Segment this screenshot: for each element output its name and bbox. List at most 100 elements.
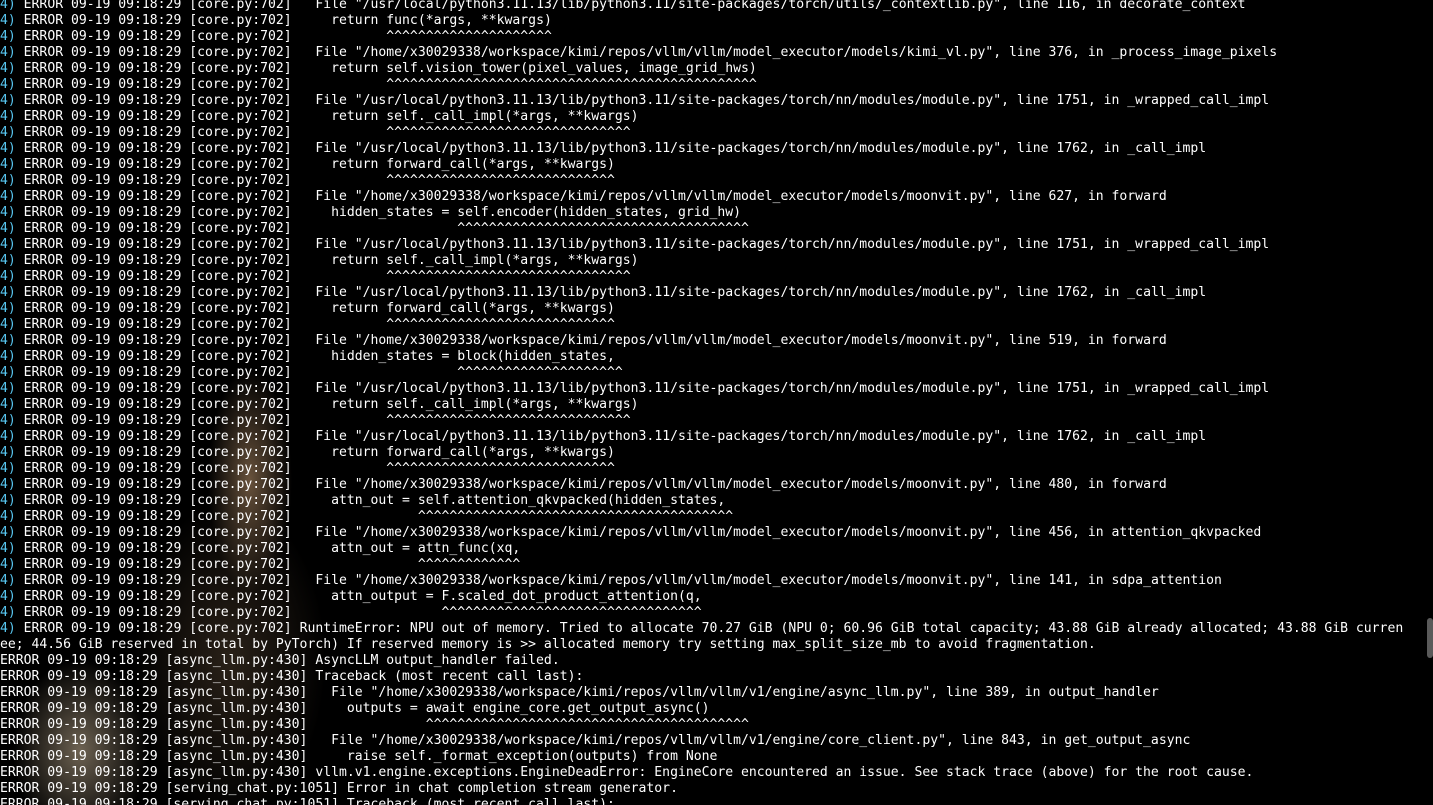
terminal-output[interactable]: 4) ERROR 09-19 09:18:29 [core.py:702] Fi…	[0, 0, 1433, 805]
line-prefix: 4)	[0, 397, 16, 412]
terminal-line: 4) ERROR 09-19 09:18:29 [core.py:702] Fi…	[0, 93, 1433, 109]
line-text: ERROR 09-19 09:18:29 [core.py:702] ^^^^^…	[15, 269, 631, 284]
line-prefix: 4)	[0, 461, 16, 476]
terminal-line: 4) ERROR 09-19 09:18:29 [core.py:702] ^^…	[0, 125, 1433, 141]
terminal-line: 4) ERROR 09-19 09:18:29 [core.py:702] Fi…	[0, 285, 1433, 301]
line-prefix: 4)	[0, 29, 16, 44]
line-prefix: 4)	[0, 333, 16, 348]
line-text: ERROR 09-19 09:18:29 [core.py:702] ^^^^^…	[15, 317, 615, 332]
line-prefix: 4)	[0, 157, 16, 172]
terminal-line: 4) ERROR 09-19 09:18:29 [core.py:702] Fi…	[0, 141, 1433, 157]
line-text: ERROR 09-19 09:18:29 [core.py:702] hidde…	[15, 205, 742, 220]
line-text: ERROR 09-19 09:18:29 [core.py:702] hidde…	[15, 349, 615, 364]
line-text: ERROR 09-19 09:18:29 [core.py:702] retur…	[15, 301, 615, 316]
terminal-line: 4) ERROR 09-19 09:18:29 [core.py:702] ^^…	[0, 557, 1433, 573]
line-prefix: 4)	[0, 557, 16, 572]
line-text: ERROR 09-19 09:18:29 [core.py:702] ^^^^^…	[15, 365, 623, 380]
terminal-line: 4) ERROR 09-19 09:18:29 [core.py:702] ^^…	[0, 605, 1433, 621]
terminal-line: 4) ERROR 09-19 09:18:29 [core.py:702] ^^…	[0, 509, 1433, 525]
terminal-line: 4) ERROR 09-19 09:18:29 [core.py:702] Fi…	[0, 237, 1433, 253]
line-prefix: 4)	[0, 317, 16, 332]
line-prefix: 4)	[0, 0, 16, 12]
line-text: ERROR 09-19 09:18:29 [core.py:702] ^^^^^…	[15, 461, 615, 476]
line-text: ERROR 09-19 09:18:29 [core.py:702] retur…	[15, 397, 639, 412]
terminal-line: 4) ERROR 09-19 09:18:29 [core.py:702] hi…	[0, 205, 1433, 221]
line-text: ERROR 09-19 09:18:29 [core.py:702] File …	[15, 525, 1262, 540]
terminal-line: 4) ERROR 09-19 09:18:29 [core.py:702] re…	[0, 445, 1433, 461]
line-text: ERROR 09-19 09:18:29 [core.py:702] ^^^^^…	[15, 557, 521, 572]
line-prefix: 4)	[0, 573, 16, 588]
line-text: ERROR 09-19 09:18:29 [async_llm.py:430] …	[0, 717, 749, 732]
line-text: ERROR 09-19 09:18:29 [async_llm.py:430] …	[0, 749, 718, 764]
line-prefix: 4)	[0, 621, 16, 636]
line-text: ERROR 09-19 09:18:29 [core.py:702] ^^^^^…	[15, 605, 702, 620]
line-text: ERROR 09-19 09:18:29 [core.py:702] retur…	[15, 253, 639, 268]
line-text: ERROR 09-19 09:18:29 [core.py:702] Runti…	[15, 621, 1404, 636]
line-text: ERROR 09-19 09:18:29 [core.py:702] ^^^^^…	[15, 29, 552, 44]
line-prefix: 4)	[0, 349, 16, 364]
line-text: ERROR 09-19 09:18:29 [core.py:702] ^^^^^…	[15, 77, 757, 92]
terminal-line: ERROR 09-19 09:18:29 [async_llm.py:430] …	[0, 733, 1433, 749]
line-prefix: 4)	[0, 61, 16, 76]
line-prefix: 4)	[0, 93, 16, 108]
terminal-line: 4) ERROR 09-19 09:18:29 [core.py:702] re…	[0, 397, 1433, 413]
line-text: ERROR 09-19 09:18:29 [core.py:702] retur…	[15, 13, 552, 28]
terminal-line: 4) ERROR 09-19 09:18:29 [core.py:702] Fi…	[0, 0, 1433, 13]
line-text: ERROR 09-19 09:18:29 [core.py:702] File …	[15, 0, 1246, 12]
terminal-line: ERROR 09-19 09:18:29 [async_llm.py:430] …	[0, 749, 1433, 765]
terminal-line: 4) ERROR 09-19 09:18:29 [core.py:702] ^^…	[0, 29, 1433, 45]
line-text: ERROR 09-19 09:18:29 [core.py:702] retur…	[15, 109, 639, 124]
line-prefix: 4)	[0, 125, 16, 140]
line-prefix: 4)	[0, 493, 16, 508]
line-text: ERROR 09-19 09:18:29 [core.py:702] File …	[15, 189, 1167, 204]
line-text: ERROR 09-19 09:18:29 [core.py:702] File …	[15, 45, 1278, 60]
line-text: ERROR 09-19 09:18:29 [core.py:702] attn_…	[15, 493, 726, 508]
terminal-line: 4) ERROR 09-19 09:18:29 [core.py:702] Fi…	[0, 573, 1433, 589]
terminal-line: ERROR 09-19 09:18:29 [async_llm.py:430] …	[0, 669, 1433, 685]
line-text: ERROR 09-19 09:18:29 [core.py:702] attn_…	[15, 541, 521, 556]
scrollbar-thumb[interactable]	[1427, 618, 1433, 658]
terminal-line: 4) ERROR 09-19 09:18:29 [core.py:702] at…	[0, 493, 1433, 509]
line-prefix: 4)	[0, 477, 16, 492]
line-text: ERROR 09-19 09:18:29 [async_llm.py:430] …	[0, 685, 1159, 700]
line-prefix: 4)	[0, 269, 16, 284]
terminal-line: 4) ERROR 09-19 09:18:29 [core.py:702] Fi…	[0, 333, 1433, 349]
line-text: ee; 44.56 GiB reserved in total by PyTor…	[0, 637, 1096, 652]
line-text: ERROR 09-19 09:18:29 [async_llm.py:430] …	[0, 669, 584, 684]
line-prefix: 4)	[0, 237, 16, 252]
terminal-line: ERROR 09-19 09:18:29 [async_llm.py:430] …	[0, 765, 1433, 781]
line-prefix: 4)	[0, 77, 16, 92]
line-text: ERROR 09-19 09:18:29 [core.py:702] File …	[15, 573, 1222, 588]
line-text: ERROR 09-19 09:18:29 [core.py:702] retur…	[15, 157, 615, 172]
line-prefix: 4)	[0, 301, 16, 316]
line-prefix: 4)	[0, 589, 16, 604]
line-prefix: 4)	[0, 253, 16, 268]
line-prefix: 4)	[0, 445, 16, 460]
line-text: ERROR 09-19 09:18:29 [core.py:702] ^^^^^…	[15, 509, 734, 524]
line-text: ERROR 09-19 09:18:29 [core.py:702] File …	[15, 285, 1207, 300]
terminal-line: 4) ERROR 09-19 09:18:29 [core.py:702] at…	[0, 541, 1433, 557]
line-prefix: 4)	[0, 365, 16, 380]
terminal-line: 4) ERROR 09-19 09:18:29 [core.py:702] ^^…	[0, 413, 1433, 429]
terminal-line: 4) ERROR 09-19 09:18:29 [core.py:702] re…	[0, 61, 1433, 77]
terminal-line: 4) ERROR 09-19 09:18:29 [core.py:702] ^^…	[0, 173, 1433, 189]
terminal-line: ERROR 09-19 09:18:29 [serving_chat.py:10…	[0, 781, 1433, 797]
terminal-line: ERROR 09-19 09:18:29 [async_llm.py:430] …	[0, 653, 1433, 669]
line-prefix: 4)	[0, 381, 16, 396]
terminal-line: 4) ERROR 09-19 09:18:29 [core.py:702] Fi…	[0, 381, 1433, 397]
terminal-line: 4) ERROR 09-19 09:18:29 [core.py:702] Fi…	[0, 477, 1433, 493]
terminal-line: 4) ERROR 09-19 09:18:29 [core.py:702] Fi…	[0, 429, 1433, 445]
terminal-line: 4) ERROR 09-19 09:18:29 [core.py:702] ^^…	[0, 77, 1433, 93]
terminal-window[interactable]: 4) ERROR 09-19 09:18:29 [core.py:702] Fi…	[0, 0, 1433, 805]
line-prefix: 4)	[0, 429, 16, 444]
line-prefix: 4)	[0, 141, 16, 156]
line-prefix: 4)	[0, 285, 16, 300]
line-prefix: 4)	[0, 509, 16, 524]
line-prefix: 4)	[0, 189, 16, 204]
line-text: ERROR 09-19 09:18:29 [core.py:702] File …	[15, 141, 1207, 156]
line-text: ERROR 09-19 09:18:29 [serving_chat.py:10…	[0, 797, 615, 805]
terminal-line: 4) ERROR 09-19 09:18:29 [core.py:702] re…	[0, 157, 1433, 173]
terminal-line: 4) ERROR 09-19 09:18:29 [core.py:702] ^^…	[0, 365, 1433, 381]
terminal-line: 4) ERROR 09-19 09:18:29 [core.py:702] Fi…	[0, 189, 1433, 205]
line-text: ERROR 09-19 09:18:29 [async_llm.py:430] …	[0, 733, 1191, 748]
